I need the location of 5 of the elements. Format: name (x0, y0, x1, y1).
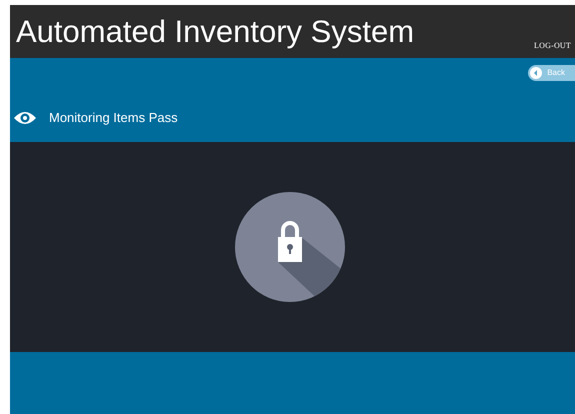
lock-icon (235, 192, 345, 302)
logout-link[interactable]: LOG-OUT (534, 40, 571, 52)
app-title: Automated Inventory System (16, 16, 414, 47)
section-title: Monitoring Items Pass (49, 109, 178, 127)
eye-icon (13, 110, 37, 126)
